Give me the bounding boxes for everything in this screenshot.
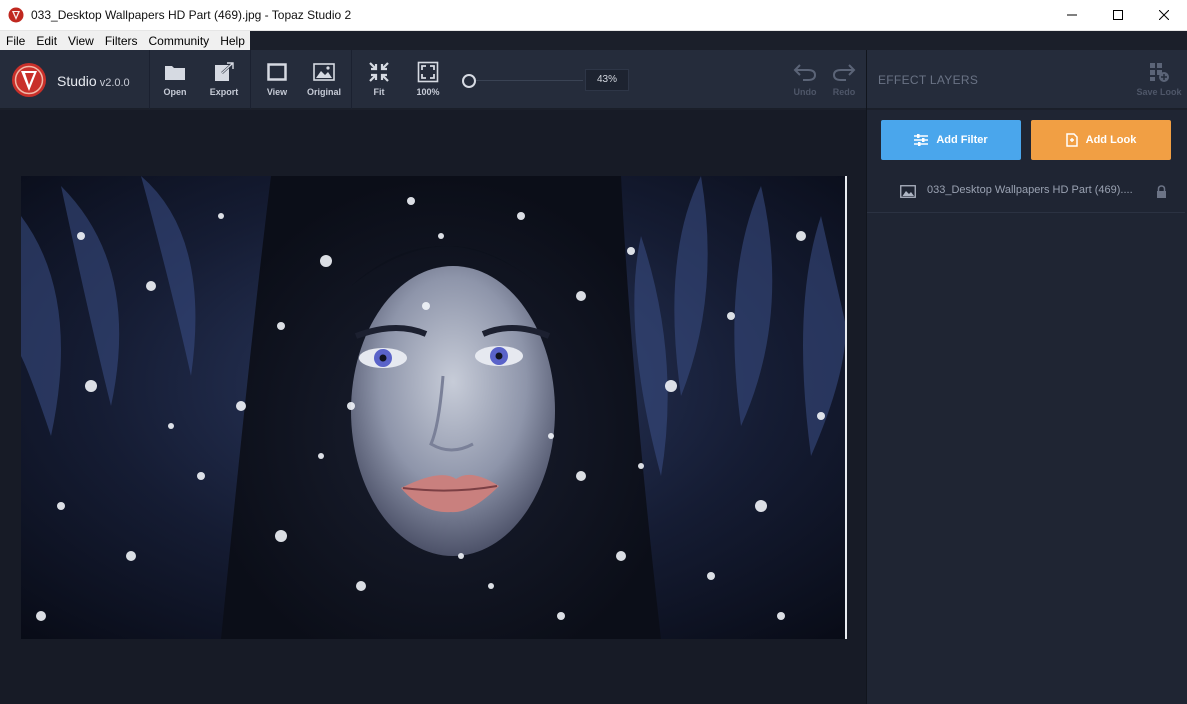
toolbar-separator <box>351 50 352 109</box>
effect-layers-title: EFFECT LAYERS <box>878 73 979 87</box>
add-filter-button[interactable]: Add Filter <box>881 120 1021 160</box>
fullsize-icon <box>417 61 439 83</box>
hundred-label: 100% <box>416 87 440 97</box>
photo-edge <box>845 176 847 639</box>
toolbar-separator <box>149 50 150 109</box>
zoom-slider-handle[interactable] <box>462 74 476 88</box>
menu-filters[interactable]: Filters <box>99 31 143 50</box>
topaz-logo <box>12 63 46 97</box>
menu-items: File Edit View Filters Community Help <box>0 31 250 50</box>
title-bar: 033_Desktop Wallpapers HD Part (469).jpg… <box>0 0 1187 31</box>
original-button[interactable]: Original <box>300 61 348 97</box>
redo-button[interactable]: Redo <box>820 61 868 97</box>
fit-button[interactable]: Fit <box>355 61 403 97</box>
app-version: v2.0.0 <box>99 77 130 89</box>
view-button[interactable]: View <box>253 61 301 97</box>
app-name-text: Studio <box>57 73 97 89</box>
maximize-button[interactable] <box>1095 0 1141 30</box>
export-icon <box>215 61 235 81</box>
fit-label: Fit <box>373 87 385 97</box>
menu-community[interactable]: Community <box>143 31 215 50</box>
look-icon <box>1065 133 1078 147</box>
view-icon <box>267 63 287 81</box>
save-look-label: Save Look <box>1136 87 1182 97</box>
image-icon <box>900 185 916 198</box>
save-look-icon <box>1150 63 1169 82</box>
window-title: 033_Desktop Wallpapers HD Part (469).jpg… <box>31 8 352 22</box>
lock-icon[interactable] <box>1156 185 1167 198</box>
menu-edit[interactable]: Edit <box>30 31 62 50</box>
view-label: View <box>266 87 288 97</box>
fit-icon <box>369 62 389 82</box>
close-button[interactable] <box>1141 0 1187 30</box>
menu-help[interactable]: Help <box>214 31 250 50</box>
add-look-button[interactable]: Add Look <box>1031 120 1171 160</box>
menu-bar: File Edit View Filters Community Help <box>0 31 1187 50</box>
zoom-slider-track[interactable] <box>469 80 583 81</box>
app-name: Studio v2.0.0 <box>57 73 130 89</box>
folder-icon <box>165 66 185 80</box>
original-label: Original <box>306 87 341 97</box>
maximize-icon <box>1113 10 1123 20</box>
export-button[interactable]: Export <box>200 61 248 97</box>
menu-file[interactable]: File <box>0 31 30 50</box>
redo-icon <box>832 64 856 81</box>
zoom-value[interactable]: 43% <box>585 69 629 91</box>
close-icon <box>1159 10 1169 20</box>
toolbar-separator <box>250 50 251 109</box>
open-label: Open <box>163 87 187 97</box>
add-filter-label: Add Filter <box>936 134 988 146</box>
export-label: Export <box>209 87 239 97</box>
add-look-label: Add Look <box>1085 134 1137 146</box>
sliders-icon <box>914 134 929 146</box>
layer-item[interactable]: 033_Desktop Wallpapers HD Part (469).... <box>867 170 1185 213</box>
photo-preview[interactable] <box>21 176 846 639</box>
menu-view[interactable]: View <box>62 31 99 50</box>
minimize-button[interactable] <box>1049 0 1095 30</box>
undo-icon <box>793 64 817 81</box>
app-icon <box>8 7 24 23</box>
layer-name: 033_Desktop Wallpapers HD Part (469).... <box>927 184 1133 196</box>
hundred-percent-button[interactable]: 100% <box>404 61 452 97</box>
redo-label: Redo <box>832 87 856 97</box>
open-button[interactable]: Open <box>151 61 199 97</box>
image-icon <box>313 63 335 81</box>
minimize-icon <box>1067 14 1077 16</box>
save-look-button[interactable]: Save Look <box>1134 61 1184 97</box>
